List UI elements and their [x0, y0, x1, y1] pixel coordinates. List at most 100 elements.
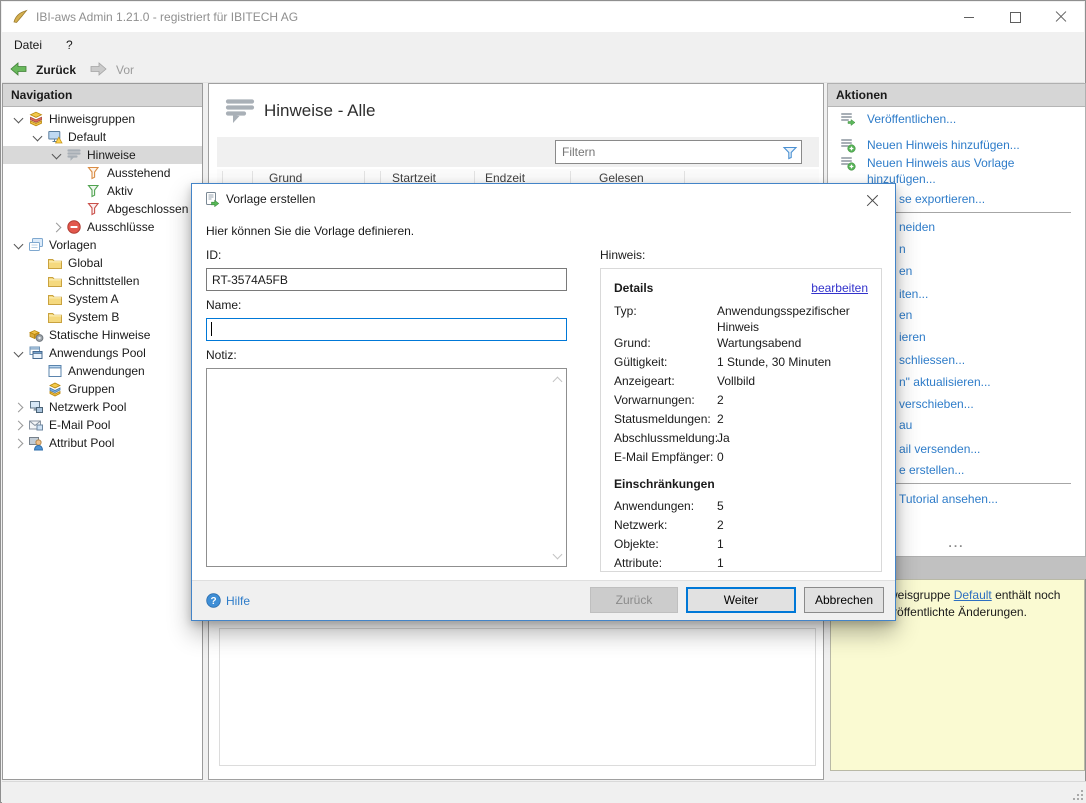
windows-stack-icon — [28, 345, 44, 361]
person-screen-icon — [28, 435, 44, 451]
dialog-subtitle: Hier können Sie die Vorlage definieren. — [206, 224, 415, 238]
folder-icon — [47, 291, 63, 307]
sidebar-item-hinweisgruppen[interactable]: Hinweisgruppen — [3, 110, 202, 128]
chevron-right-icon[interactable] — [10, 434, 28, 452]
action-neuen-hinweis[interactable]: Neuen Hinweis hinzufügen... — [840, 137, 1020, 153]
action-clipped[interactable]: ail versenden... — [899, 440, 980, 458]
sidebar-item-aktiv[interactable]: Aktiv — [3, 182, 202, 200]
sidebar-item-ausschluesse[interactable]: Ausschlüsse — [3, 218, 202, 236]
toolbar: Zurück Vor — [2, 57, 1084, 83]
sidebar-item-email-pool[interactable]: E-Mail Pool — [3, 416, 202, 434]
app-icon — [12, 9, 28, 25]
sidebar-item-anwendungen[interactable]: Anwendungen — [3, 362, 202, 380]
chevron-down-icon[interactable] — [29, 128, 47, 146]
back-button[interactable]: Zurück — [2, 60, 82, 80]
action-clipped[interactable]: e erstellen... — [899, 461, 964, 479]
action-clipped[interactable]: ieren — [899, 328, 926, 346]
sidebar-item-netzwerk-pool[interactable]: Netzwerk Pool — [3, 398, 202, 416]
vorlage-erstellen-dialog: Vorlage erstellen Hier können Sie die Vo… — [191, 183, 896, 621]
abbrechen-button[interactable]: Abbrechen — [804, 587, 884, 613]
window-icon — [47, 363, 63, 379]
app-window: IBI-aws Admin 1.21.0 - registriert für I… — [0, 0, 1086, 803]
sidebar-item-gruppen[interactable]: Gruppen — [3, 380, 202, 398]
chevron-down-icon[interactable] — [10, 236, 28, 254]
id-field[interactable] — [206, 268, 567, 291]
network-icon — [28, 399, 44, 415]
action-clipped[interactable]: en — [899, 306, 912, 324]
chevron-down-icon[interactable] — [10, 344, 28, 362]
title-bar: IBI-aws Admin 1.21.0 - registriert für I… — [2, 2, 1084, 32]
sidebar-item-vorlagen[interactable]: Vorlagen — [3, 236, 202, 254]
action-tutorial-ansehen[interactable]: Tutorial ansehen... — [899, 490, 998, 508]
details-header: Details — [614, 281, 654, 295]
weiter-button[interactable]: Weiter — [686, 587, 796, 613]
screen-warning-icon — [47, 129, 63, 145]
add-note-icon — [840, 155, 856, 171]
name-label: Name: — [206, 298, 242, 312]
sidebar-item-hinweise[interactable]: Hinweise — [3, 146, 202, 164]
box-gear-icon — [28, 327, 44, 343]
sidebar-item-anwendungs-pool[interactable]: Anwendungs Pool — [3, 344, 202, 362]
dialog-close-button[interactable] — [857, 188, 887, 212]
folder-icon — [47, 273, 63, 289]
action-clipped[interactable]: au — [899, 416, 912, 434]
chevron-down-icon[interactable] — [10, 110, 28, 128]
dialog-title: Vorlage erstellen — [226, 192, 316, 206]
folder-icon — [47, 255, 63, 271]
funnel-green-icon — [86, 183, 102, 199]
help-link[interactable]: ? Hilfe — [206, 593, 250, 608]
publish-icon — [840, 111, 856, 127]
actions-header: Aktionen — [828, 84, 1085, 107]
chevron-right-icon[interactable] — [10, 398, 28, 416]
einschraenkungen-header: Einschränkungen — [614, 477, 715, 491]
name-field[interactable] — [206, 318, 567, 341]
close-icon — [1055, 11, 1067, 23]
filter-input[interactable] — [555, 140, 802, 164]
maximize-button[interactable] — [992, 2, 1038, 32]
sidebar-item-statische-hinweise[interactable]: Statische Hinweise — [3, 326, 202, 344]
sidebar-item-system-b[interactable]: System B — [3, 308, 202, 326]
filter-bar — [217, 137, 819, 167]
sidebar-item-abgeschlossen[interactable]: Abgeschlossen — [3, 200, 202, 218]
scroll-up-icon[interactable] — [553, 375, 562, 384]
bearbeiten-link[interactable]: bearbeiten — [811, 281, 868, 295]
sidebar-item-attribut-pool[interactable]: Attribut Pool — [3, 434, 202, 452]
sidebar-item-default[interactable]: Default — [3, 128, 202, 146]
filter-funnel-icon[interactable] — [782, 145, 798, 161]
action-clipped[interactable]: schliessen... — [899, 351, 965, 369]
minimize-button[interactable] — [946, 2, 992, 32]
action-veroeffentlichen[interactable]: Veröffentlichen... — [840, 111, 956, 127]
sidebar-item-ausstehend[interactable]: Ausstehend — [3, 164, 202, 182]
action-clipped[interactable]: se exportieren... — [899, 190, 985, 208]
action-clipped[interactable]: n — [899, 240, 906, 258]
menu-help[interactable]: ? — [54, 34, 85, 56]
sidebar-item-global[interactable]: Global — [3, 254, 202, 272]
action-clipped[interactable]: n" aktualisieren... — [899, 373, 991, 391]
default-link[interactable]: Default — [954, 588, 992, 602]
status-bar — [2, 781, 1086, 803]
chevron-right-icon[interactable] — [10, 416, 28, 434]
resize-grip-icon[interactable] — [1071, 788, 1083, 800]
window-title: IBI-aws Admin 1.21.0 - registriert für I… — [36, 10, 299, 24]
group-stack-icon — [28, 111, 44, 127]
sidebar-item-schnittstellen[interactable]: Schnittstellen — [3, 272, 202, 290]
action-clipped[interactable]: en — [899, 262, 912, 280]
scroll-down-icon[interactable] — [553, 551, 562, 560]
templates-icon — [28, 237, 44, 253]
action-clipped[interactable]: verschieben... — [899, 395, 974, 413]
action-clipped[interactable]: iten... — [899, 285, 928, 303]
chevron-right-icon[interactable] — [48, 218, 66, 236]
close-button[interactable] — [1038, 2, 1084, 32]
forward-label: Vor — [116, 62, 135, 77]
action-clipped[interactable]: neiden — [899, 218, 935, 236]
notiz-field[interactable] — [206, 368, 567, 567]
back-label: Zurück — [36, 62, 77, 77]
chevron-down-icon[interactable] — [48, 146, 66, 164]
sidebar-item-system-a[interactable]: System A — [3, 290, 202, 308]
svg-text:?: ? — [210, 596, 216, 607]
page-title: Hinweise - Alle — [264, 101, 376, 120]
menu-datei[interactable]: Datei — [2, 34, 54, 56]
